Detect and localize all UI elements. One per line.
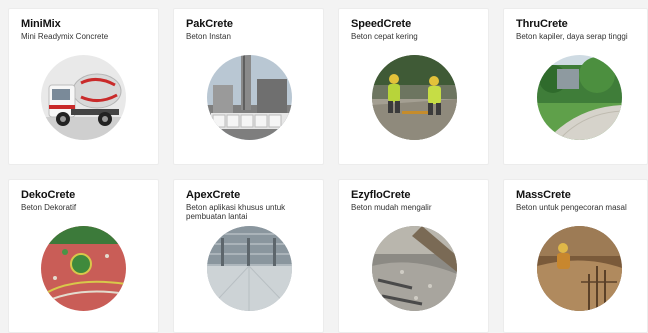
product-image-industrial-floor-hall — [207, 226, 292, 311]
product-subtitle: Beton cepat kering — [351, 32, 418, 41]
product-title: SpeedCrete — [351, 18, 412, 30]
product-title: MassCrete — [516, 189, 571, 201]
product-card-minimix[interactable]: MiniMix Mini Readymix Concrete — [8, 8, 159, 165]
product-title: DekoCrete — [21, 189, 76, 201]
product-subtitle: Beton Dekoratif — [21, 203, 77, 212]
product-image-cement-bag-warehouse — [207, 55, 292, 140]
product-grid: MiniMix Mini Readymix Concrete PakCrete … — [0, 0, 648, 333]
product-subtitle: Beton Instan — [186, 32, 231, 41]
product-image-mass-concrete-pour — [537, 226, 622, 311]
product-image-workers-pouring-concrete — [372, 55, 457, 140]
product-subtitle: Beton kapiler, daya serap tinggi — [516, 32, 628, 41]
product-card-pakcrete[interactable]: PakCrete Beton Instan — [173, 8, 324, 165]
product-title: EzyfloCrete — [351, 189, 411, 201]
product-card-thrucrete[interactable]: ThruCrete Beton kapiler, daya serap ting… — [503, 8, 648, 165]
product-card-apexcrete[interactable]: ApexCrete Beton aplikasi khusus untuk pe… — [173, 179, 324, 333]
product-card-speedcrete[interactable]: SpeedCrete Beton cepat kering — [338, 8, 489, 165]
product-image-mini-readymix-truck — [41, 55, 126, 140]
product-card-ezyflocrete[interactable]: EzyfloCrete Beton mudah mengalir — [338, 179, 489, 333]
product-subtitle: Beton mudah mengalir — [351, 203, 432, 212]
product-image-flowing-concrete-chute — [372, 226, 457, 311]
product-subtitle: Beton aplikasi khusus untuk pembuatan la… — [186, 203, 286, 221]
product-card-dekocrete[interactable]: DekoCrete Beton Dekoratif — [8, 179, 159, 333]
product-card-masscrete[interactable]: MassCrete Beton untuk pengecoran masal — [503, 179, 648, 333]
product-image-permeable-pavement-park — [537, 55, 622, 140]
product-title: PakCrete — [186, 18, 233, 30]
product-subtitle: Mini Readymix Concrete — [21, 32, 109, 41]
product-title: ApexCrete — [186, 189, 241, 201]
product-image-decorative-red-pavement — [41, 226, 126, 311]
product-title: MiniMix — [21, 18, 61, 30]
product-title: ThruCrete — [516, 18, 568, 30]
product-subtitle: Beton untuk pengecoran masal — [516, 203, 627, 212]
